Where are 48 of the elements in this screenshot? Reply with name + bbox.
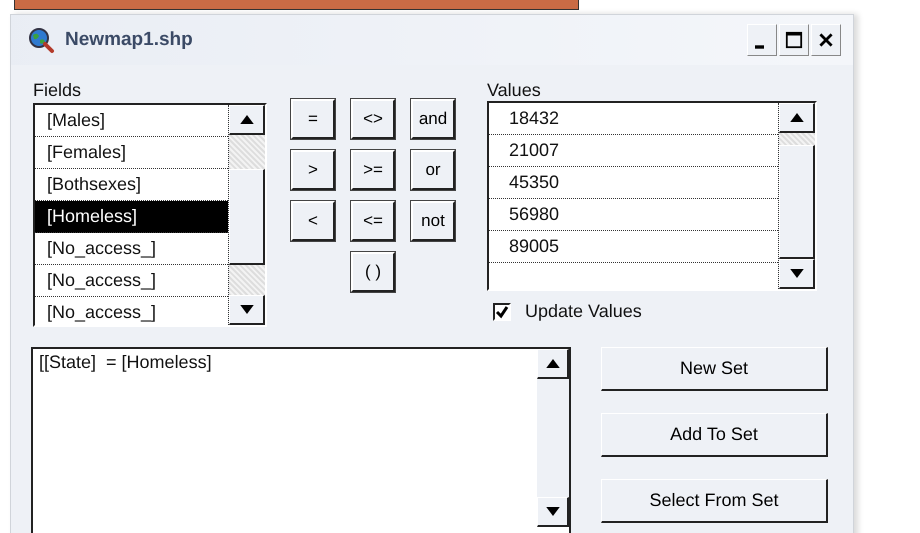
operator-button[interactable]: > xyxy=(291,150,335,190)
maximize-button[interactable] xyxy=(779,24,809,56)
operator-button[interactable]: not xyxy=(411,201,455,241)
scrollbar[interactable] xyxy=(537,349,569,527)
operator-button[interactable]: <= xyxy=(351,201,395,241)
maximize-icon xyxy=(785,31,803,49)
scroll-track[interactable] xyxy=(229,265,265,295)
operator-button[interactable]: < xyxy=(291,201,335,241)
scroll-up-button[interactable] xyxy=(779,103,815,133)
down-triangle-icon xyxy=(546,507,560,516)
down-triangle-icon xyxy=(790,269,804,278)
scrollbar[interactable] xyxy=(778,103,815,289)
scroll-up-button[interactable] xyxy=(229,105,265,135)
scroll-up-button[interactable] xyxy=(537,349,569,379)
operator-button[interactable]: and xyxy=(411,99,455,139)
globe-magnifier-icon xyxy=(27,26,55,54)
scroll-down-button[interactable] xyxy=(229,295,265,325)
values-label: Values xyxy=(487,79,542,101)
field-item[interactable]: [Homeless] xyxy=(35,201,228,233)
minimize-button[interactable] xyxy=(747,24,777,56)
operator-button[interactable]: = xyxy=(291,99,335,139)
operator-button[interactable]: ( ) xyxy=(351,252,395,292)
up-triangle-icon xyxy=(790,113,804,122)
up-triangle-icon xyxy=(240,115,254,124)
checkbox-label: Update Values xyxy=(525,301,642,322)
scroll-thumb[interactable] xyxy=(229,169,265,265)
scroll-down-button[interactable] xyxy=(779,259,815,289)
action-button[interactable]: Select From Set xyxy=(601,479,828,523)
scroll-thumb[interactable] xyxy=(779,145,815,259)
scroll-track[interactable] xyxy=(229,135,265,169)
fields-label: Fields xyxy=(33,79,82,101)
expression-field[interactable]: [[State] = [Homeless] xyxy=(31,347,571,533)
operator-button[interactable]: >= xyxy=(351,150,395,190)
scrollbar[interactable] xyxy=(228,105,265,325)
check-icon xyxy=(495,304,509,318)
window-title: Newmap1.shp xyxy=(65,29,193,51)
close-icon xyxy=(818,32,834,48)
operator-button[interactable]: <> xyxy=(351,99,395,139)
checkbox[interactable] xyxy=(493,302,511,320)
down-triangle-icon xyxy=(240,305,254,314)
scroll-down-button[interactable] xyxy=(537,497,569,527)
up-triangle-icon xyxy=(546,359,560,368)
scroll-track[interactable] xyxy=(779,133,815,145)
minimize-icon xyxy=(754,45,764,49)
close-button[interactable] xyxy=(811,24,841,56)
action-button[interactable]: Add To Set xyxy=(601,413,828,457)
action-button[interactable]: New Set xyxy=(601,347,828,391)
operator-button[interactable]: or xyxy=(411,150,455,190)
